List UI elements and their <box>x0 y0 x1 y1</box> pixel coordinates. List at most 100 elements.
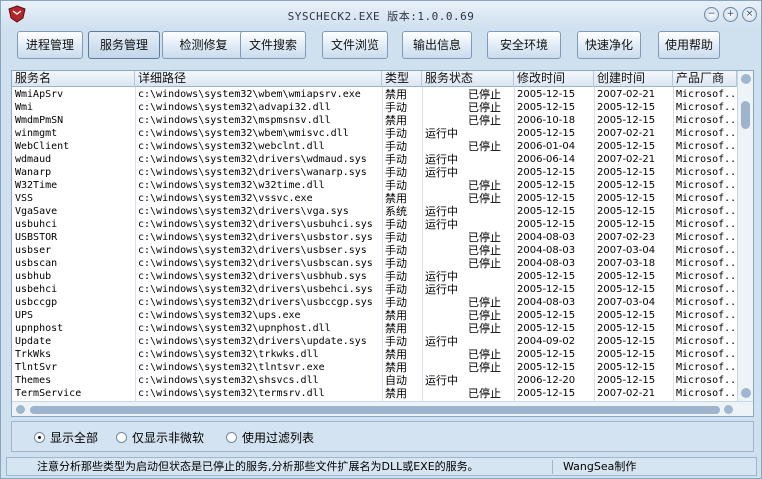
table-row[interactable]: Wmi c:\windows\system32\advapi32.dll 手动 已停止… <box>12 101 737 114</box>
cell-status: 运行中 <box>425 374 458 387</box>
radio-label: 显示全部 <box>50 431 99 445</box>
cell-service-name: WmiApSrv <box>15 89 64 100</box>
cell-modified: 2005-12-15 <box>517 167 576 178</box>
cell-path: c:\windows\system32\drivers\usbccgp.sys <box>138 297 373 308</box>
column-header-status[interactable]: 服务状态 <box>422 71 514 87</box>
horizontal-scroll-thumb[interactable] <box>30 406 720 414</box>
scroll-down-icon[interactable] <box>741 388 751 398</box>
table-row[interactable]: VgaSave c:\windows\system32\drivers\vga.s… <box>12 205 737 218</box>
table-row[interactable]: Themes c:\windows\system32\shsvcs.dll 自动 运行… <box>12 374 737 387</box>
cell-modified: 2004-09-02 <box>517 336 576 347</box>
table-row[interactable]: usbccgp c:\windows\system32\drivers\usbcc… <box>12 296 737 309</box>
vertical-scrollbar[interactable] <box>737 71 753 402</box>
radio-dot <box>226 432 237 443</box>
scroll-left-icon[interactable] <box>16 405 25 414</box>
maximize-icon: + <box>726 9 735 19</box>
column-header-service-name[interactable]: 服务名 <box>12 71 135 87</box>
tab-process-manager[interactable]: 进程管理 <box>17 31 83 59</box>
tab-security-env[interactable]: 安全环境 <box>487 31 561 59</box>
cell-status: 已停止 <box>468 361 501 374</box>
table-row[interactable]: TlntSvr c:\windows\system32\tlntsvr.exe 禁用… <box>12 361 737 374</box>
cell-service-name: upnphost <box>15 323 64 334</box>
cell-status: 运行中 <box>425 153 458 166</box>
table-row[interactable]: UPS c:\windows\system32\ups.exe 禁用 已停止 2005-… <box>12 309 737 322</box>
tab-output-info[interactable]: 输出信息 <box>402 31 472 59</box>
cell-service-name: wdmaud <box>15 154 52 165</box>
tab-service-manager[interactable]: 服务管理 <box>88 31 160 59</box>
cell-created: 2007-03-04 <box>597 297 656 308</box>
scroll-up-icon[interactable] <box>741 74 751 84</box>
table-row[interactable]: winmgmt c:\windows\system32\wbem\wmisvc.d… <box>12 127 737 140</box>
tab-detect-repair[interactable]: 检测修复 <box>162 31 245 59</box>
column-header-path[interactable]: 详细路径 <box>135 71 382 87</box>
cell-modified: 2006-01-04 <box>517 141 576 152</box>
cell-status: 已停止 <box>468 322 501 335</box>
cell-status: 已停止 <box>468 114 501 127</box>
cell-path: c:\windows\system32\upnphost.dll <box>138 323 331 334</box>
maximize-button[interactable]: + <box>723 7 738 22</box>
cell-path: c:\windows\system32\drivers\usbuhci.sys <box>138 219 373 230</box>
cell-service-name: TermService <box>15 388 82 399</box>
cell-created: 2005-12-15 <box>597 362 656 373</box>
table-row[interactable]: Update c:\windows\system32\drivers\update… <box>12 335 737 348</box>
cell-path: c:\windows\system32\trkwks.dll <box>138 349 319 360</box>
cell-status: 已停止 <box>468 231 501 244</box>
vertical-scroll-thumb[interactable] <box>741 101 750 129</box>
cell-vendor: Microsof... <box>676 245 737 256</box>
cell-vendor: Microsof... <box>676 323 737 334</box>
cell-modified: 2005-12-15 <box>517 271 576 282</box>
cell-service-name: WmdmPmSN <box>15 115 64 126</box>
tab-help[interactable]: 使用帮助 <box>658 31 720 59</box>
table-row[interactable]: WmiApSrv c:\windows\system32\wbem\wmiapsr… <box>12 88 737 101</box>
table-row[interactable]: TermService c:\windows\system32\termsrv.d… <box>12 387 737 400</box>
minimize-icon: − <box>707 9 716 19</box>
horizontal-scrollbar[interactable] <box>12 401 753 416</box>
table-row[interactable]: WebClient c:\windows\system32\webclnt.dll… <box>12 140 737 153</box>
cell-vendor: Microsof... <box>676 336 737 347</box>
cell-modified: 2005-12-15 <box>517 323 576 334</box>
cell-created: 2005-12-15 <box>597 271 656 282</box>
table-row[interactable]: usbehci c:\windows\system32\drivers\usbeh… <box>12 283 737 296</box>
table-row[interactable]: upnphost c:\windows\system32\upnphost.dll… <box>12 322 737 335</box>
minimize-button[interactable]: − <box>704 7 719 22</box>
cell-type: 手动 <box>385 257 407 270</box>
tab-file-browse[interactable]: 文件浏览 <box>322 31 388 59</box>
column-header-vendor[interactable]: 产品厂商 <box>673 71 737 87</box>
close-button[interactable]: × <box>742 7 757 22</box>
cell-status: 已停止 <box>468 88 501 101</box>
column-header-modified[interactable]: 修改时间 <box>514 71 594 87</box>
cell-service-name: usbscan <box>15 258 58 269</box>
column-header-type[interactable]: 类型 <box>382 71 422 87</box>
cell-type: 手动 <box>385 101 407 114</box>
table-row[interactable]: TrkWks c:\windows\system32\trkwks.dll 禁用 已停… <box>12 348 737 361</box>
column-header-created[interactable]: 创建时间 <box>594 71 673 87</box>
cell-modified: 2006-06-14 <box>517 154 576 165</box>
cell-path: c:\windows\system32\mspmsnsv.dll <box>138 115 331 126</box>
scroll-right-icon[interactable] <box>724 405 733 414</box>
cell-created: 2007-02-21 <box>597 154 656 165</box>
table-row[interactable]: usbuhci c:\windows\system32\drivers\usbuh… <box>12 218 737 231</box>
radio-label: 使用过滤列表 <box>242 431 315 445</box>
cell-service-name: usbser <box>15 245 52 256</box>
title-bar[interactable]: SYSCHECK2.EXE 版本:1.0.0.69 − + × <box>1 1 761 29</box>
cell-modified: 2005-12-15 <box>517 219 576 230</box>
cell-path: c:\windows\system32\drivers\update.sys <box>138 336 367 347</box>
cell-service-name: Update <box>15 336 52 347</box>
table-row[interactable]: usbser c:\windows\system32\drivers\usbser… <box>12 244 737 257</box>
toolbar: 进程管理 服务管理 检测修复 文件搜索 文件浏览 输出信息 安全环境 快速净化 … <box>9 31 755 63</box>
cell-created: 2005-12-15 <box>597 141 656 152</box>
cell-path: c:\windows\system32\drivers\vga.sys <box>138 206 349 217</box>
table-row[interactable]: VSS c:\windows\system32\vssvc.exe 禁用 已停止 200… <box>12 192 737 205</box>
table-row[interactable]: usbscan c:\windows\system32\drivers\usbsc… <box>12 257 737 270</box>
table-row[interactable]: WmdmPmSN c:\windows\system32\mspmsnsv.dll… <box>12 114 737 127</box>
table-row[interactable]: Wanarp c:\windows\system32\drivers\wanarp… <box>12 166 737 179</box>
table-row[interactable]: wdmaud c:\windows\system32\drivers\wdmaud… <box>12 153 737 166</box>
cell-service-name: USBSTOR <box>15 232 58 243</box>
service-table[interactable]: 服务名 详细路径 类型 服务状态 修改时间 创建时间 产品厂商 WmiApSrv… <box>11 70 754 417</box>
table-row[interactable]: W32Time c:\windows\system32\w32time.dll 手动… <box>12 179 737 192</box>
table-row[interactable]: USBSTOR c:\windows\system32\drivers\usbst… <box>12 231 737 244</box>
cell-service-name: Wmi <box>15 102 34 113</box>
tab-file-search[interactable]: 文件搜索 <box>240 31 306 59</box>
table-row[interactable]: usbhub c:\windows\system32\drivers\usbhub… <box>12 270 737 283</box>
tab-quick-clean[interactable]: 快速净化 <box>577 31 641 59</box>
